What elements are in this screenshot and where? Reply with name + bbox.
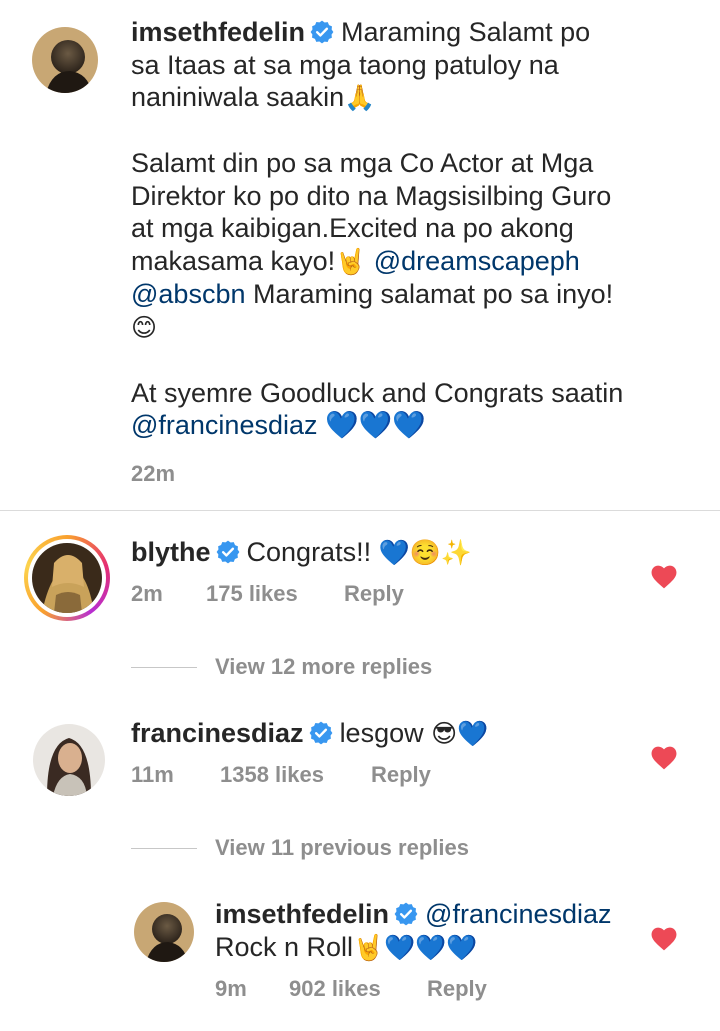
view-previous-replies-label: View 11 previous replies (215, 835, 469, 860)
main-comment-meta: 22m (131, 461, 175, 487)
divider (0, 510, 720, 511)
mention-francinesdiaz[interactable]: @francinesdiaz (131, 410, 318, 440)
comment-francinesdiaz-likes[interactable]: 1358 likes (220, 762, 371, 788)
main-comment-para2-line3: at mga kaibigan.Excited na po akong (131, 213, 574, 243)
replies-divider-line (131, 666, 197, 668)
like-heart-icon[interactable] (651, 927, 677, 951)
comment-francinesdiaz-meta: 11m 1358 likes Reply (131, 762, 431, 788)
reply-imsethfedelin-reply-button[interactable]: Reply (427, 976, 487, 1002)
pray-emoji: 🙏 (344, 83, 376, 112)
main-comment-line2: sa Itaas at sa mga taong patuloy na (131, 49, 559, 80)
reply-imsethfedelin-body: imsethfedelin @francinesdiaz Rock n Roll🤘… (215, 898, 645, 964)
reply-imsethfedelin-text: Rock n Roll (215, 931, 354, 962)
view-more-replies-label: View 12 more replies (215, 654, 433, 679)
view-previous-replies-button[interactable]: View 11 previous replies (131, 835, 469, 861)
main-comment-para2-line2: Direktor ko po dito na Magsisilbing Guro (131, 180, 612, 211)
comment-francinesdiaz-reply-button[interactable]: Reply (371, 762, 431, 788)
verified-badge-icon (215, 539, 241, 565)
comment-blythe-reply-button[interactable]: Reply (344, 581, 404, 607)
comment-blythe-time: 2m (131, 581, 163, 606)
like-heart-icon[interactable] (651, 746, 677, 770)
comment-francinesdiaz-username[interactable]: francinesdiaz (131, 718, 304, 748)
reply-imsethfedelin-time: 9m (215, 976, 247, 1001)
main-comment-username[interactable]: imsethfedelin (131, 17, 305, 47)
avatar-imsethfedelin-reply[interactable] (134, 902, 194, 962)
reply-imsethfedelin-emojis: 🤘💙💙💙 (353, 932, 478, 962)
comment-francinesdiaz-emojis: 😎💙 (431, 719, 489, 748)
main-comment-para3-line1: At syemre Goodluck and Congrats saatin (131, 377, 624, 408)
reply-imsethfedelin-meta: 9m 902 likes Reply (215, 976, 487, 1002)
blue-hearts-emoji: 💙💙💙 (325, 410, 426, 441)
main-comment-time: 22m (131, 461, 176, 486)
comment-blythe-body: blythe Congrats!! 💙☺️✨ (131, 536, 651, 570)
rock-emoji: 🤘 (335, 246, 367, 276)
avatar-francinesdiaz[interactable] (33, 724, 105, 796)
comment-francinesdiaz-time: 11m (131, 762, 174, 787)
main-comment-para2-line1: Salamt din po sa mga Co Actor at Mga (131, 148, 594, 178)
comment-blythe-username[interactable]: blythe (131, 537, 211, 567)
smile-emoji: 😊 (131, 312, 158, 342)
verified-badge-icon (309, 19, 335, 45)
main-comment-para2-line5: Maraming salamat po sa inyo! (245, 279, 614, 309)
verified-badge-icon (308, 720, 334, 746)
main-comment-line1: Maraming Salamt po (341, 17, 591, 47)
verified-badge-icon (393, 901, 419, 927)
main-comment-para2-line4: makasama kayo! (131, 245, 336, 276)
replies-divider-line (131, 847, 197, 849)
reply-imsethfedelin-username[interactable]: imsethfedelin (215, 899, 389, 929)
mention-abscbn[interactable]: @abscbn (131, 279, 245, 309)
avatar-blythe[interactable] (24, 535, 110, 621)
main-comment-line3: naniniwala saakin (131, 82, 345, 112)
comment-francinesdiaz-body: francinesdiaz lesgow 😎💙 (131, 717, 651, 751)
comment-blythe-meta: 2m 175 likes Reply (131, 581, 404, 607)
reply-imsethfedelin-likes[interactable]: 902 likes (289, 976, 427, 1002)
view-more-replies-button[interactable]: View 12 more replies (131, 654, 432, 680)
like-heart-icon[interactable] (651, 565, 677, 589)
mention-dreamscapeph[interactable]: @dreamscapeph (374, 246, 580, 276)
comment-francinesdiaz-text: lesgow (339, 718, 424, 748)
comment-blythe-likes[interactable]: 175 likes (206, 581, 344, 607)
avatar-imsethfedelin[interactable] (32, 27, 98, 93)
comment-blythe-text: Congrats!! (246, 537, 372, 567)
mention-francinesdiaz[interactable]: @francinesdiaz (425, 899, 612, 929)
main-comment-body: imsethfedelin Maraming Salamt po sa Itaas… (131, 16, 691, 443)
comment-blythe-emojis: 💙☺️✨ (378, 538, 472, 567)
